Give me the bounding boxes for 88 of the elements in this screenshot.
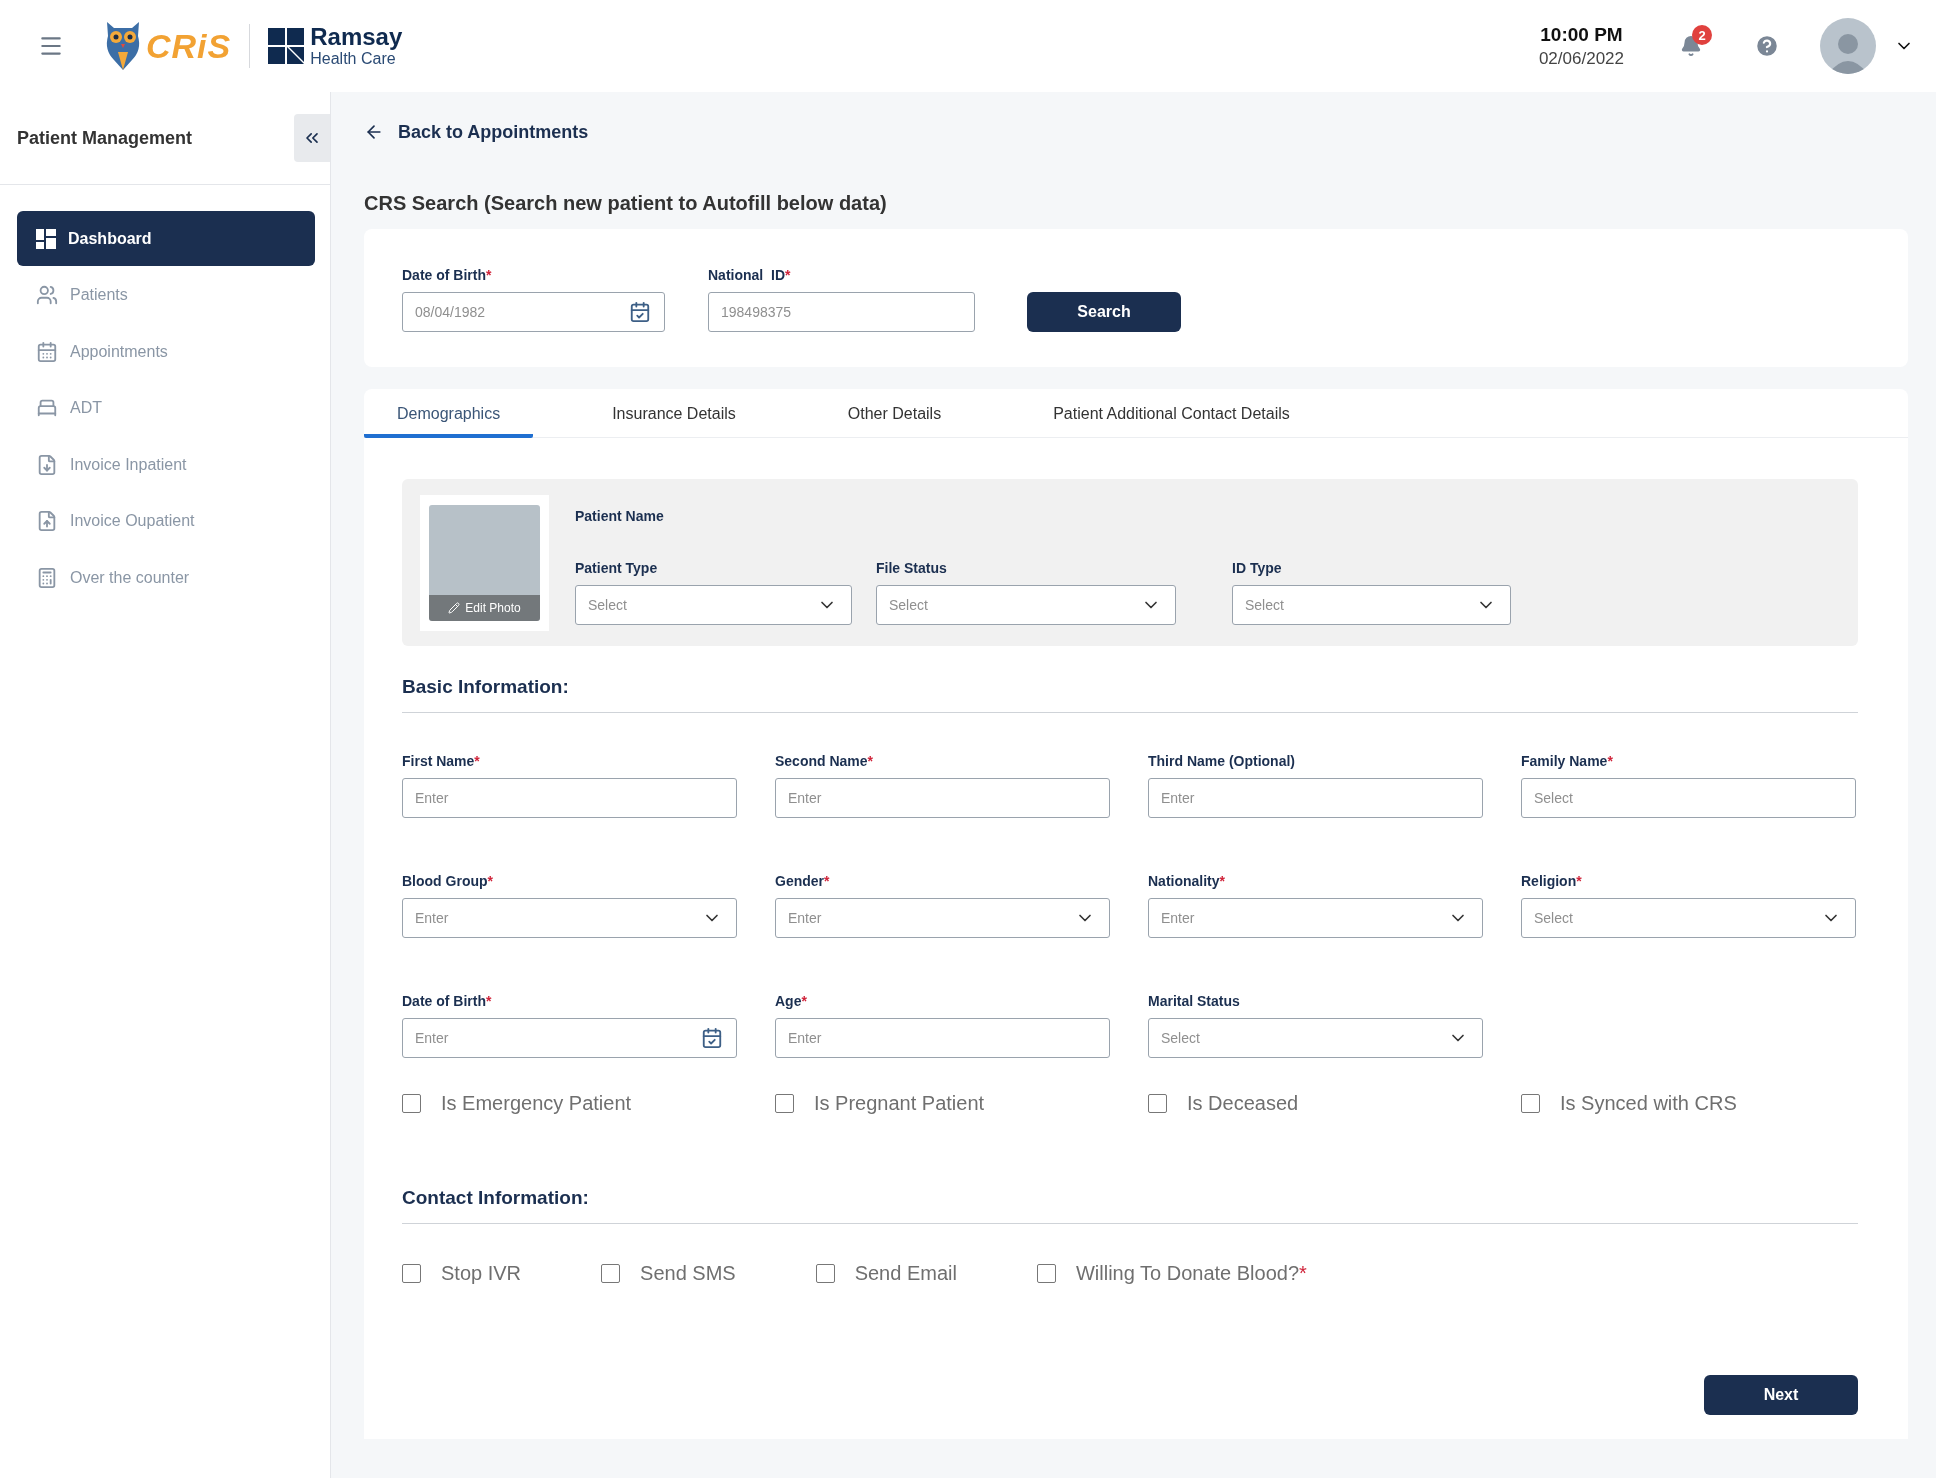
- sidebar-item[interactable]: ADT: [17, 380, 315, 436]
- field-label: File Status: [876, 560, 948, 576]
- date-text: 02/06/2022: [1538, 48, 1624, 69]
- field-label: Blood Group*: [402, 873, 494, 889]
- sidebar-item[interactable]: Invoice Inpatient: [17, 437, 315, 492]
- field-label: Marital Status: [1148, 993, 1241, 1009]
- select-field[interactable]: Select: [876, 585, 1176, 625]
- field-label: Nationality*: [1148, 873, 1227, 889]
- invoice-icon: [36, 453, 58, 476]
- brand-name: Ramsay: [310, 25, 403, 49]
- invoice-icon: [36, 510, 58, 532]
- logo-text: CRiS: [146, 26, 232, 66]
- checkbox-label: Is Emergency Patient: [441, 1092, 632, 1115]
- calendar-icon[interactable]: [629, 301, 651, 323]
- bed-icon: [36, 397, 58, 419]
- checkbox-label: Stop IVR: [441, 1262, 522, 1285]
- tab[interactable]: Patient Additional Contact Details: [1020, 389, 1323, 438]
- sidebar-item[interactable]: Over the counter: [17, 550, 315, 605]
- input-field[interactable]: Enter: [775, 778, 1110, 818]
- checkbox[interactable]: [1036, 1264, 1056, 1283]
- field-label: National ID*: [708, 267, 792, 283]
- sidebar-item[interactable]: Invoice Oupatient: [17, 493, 315, 549]
- select-field[interactable]: Select: [575, 585, 852, 625]
- back-link[interactable]: Back to Appointments: [364, 120, 589, 144]
- sidebar-item[interactable]: Patients: [17, 267, 315, 323]
- search-button[interactable]: Search: [1027, 292, 1181, 332]
- field-label: Gender*: [775, 873, 831, 889]
- next-button[interactable]: Next: [1704, 1375, 1858, 1415]
- notification-badge: 2: [1692, 25, 1712, 45]
- sidebar-item[interactable]: Dashboard: [17, 211, 315, 266]
- checkbox-label: Is Deceased: [1187, 1092, 1299, 1115]
- field-label: Date of Birth*: [402, 993, 493, 1009]
- select-field[interactable]: Select: [1232, 585, 1511, 625]
- select-field[interactable]: Enter: [775, 898, 1110, 938]
- checkbox-label: Is Pregnant Patient: [814, 1092, 985, 1115]
- ramsay-logo-icon: [268, 28, 305, 64]
- owl-logo-icon: [104, 20, 142, 72]
- collapse-button[interactable]: [294, 114, 330, 162]
- field-label: ID Type: [1232, 560, 1283, 576]
- input-field[interactable]: Select: [1521, 778, 1856, 818]
- dashboard-icon: [36, 228, 56, 249]
- cash-register-icon: [36, 566, 58, 589]
- date-field[interactable]: 08/04/1982: [402, 292, 665, 332]
- calendar-icon[interactable]: [701, 1027, 723, 1049]
- checkbox[interactable]: [1148, 1094, 1167, 1113]
- field-label: Date of Birth*: [402, 267, 493, 283]
- checkbox-label: Send Email: [854, 1262, 957, 1285]
- field-label: Third Name (Optional): [1148, 753, 1296, 769]
- pencil-icon: [448, 601, 461, 614]
- avatar[interactable]: [1820, 18, 1876, 74]
- section-title: CRS Search (Search new patient to Autofill below data): [364, 191, 888, 215]
- field-label: Second Name*: [775, 753, 875, 769]
- tab[interactable]: Insurance Details: [579, 389, 769, 438]
- brand-subtitle: Health Care: [310, 51, 397, 67]
- checkbox-label: Is Synced with CRS: [1560, 1092, 1737, 1115]
- checkbox[interactable]: [402, 1264, 421, 1283]
- sidebar-title: Patient Management: [17, 127, 193, 149]
- checkbox[interactable]: [601, 1264, 621, 1283]
- checkbox-label: Send SMS: [640, 1262, 736, 1285]
- select-field[interactable]: Select: [1521, 898, 1856, 938]
- date-field[interactable]: Enter: [402, 1018, 737, 1058]
- field-label: Religion*: [1521, 873, 1583, 889]
- checkbox[interactable]: [402, 1094, 421, 1113]
- people-icon: [36, 284, 58, 306]
- checkbox[interactable]: [815, 1264, 835, 1283]
- time-text: 10:00 PM: [1540, 23, 1623, 46]
- field-label: First Name*: [402, 753, 481, 769]
- select-field[interactable]: Enter: [402, 898, 737, 938]
- input-field[interactable]: Enter: [775, 1018, 1110, 1058]
- calendar-icon: [36, 340, 58, 363]
- field-label: Patient Type: [575, 560, 659, 576]
- checkbox[interactable]: [1521, 1094, 1540, 1113]
- field-label: Patient Name: [575, 508, 665, 524]
- checkbox[interactable]: [775, 1094, 794, 1113]
- section-heading: Contact Information:: [402, 1187, 1858, 1224]
- tab[interactable]: Other Details: [814, 389, 975, 438]
- input-field[interactable]: Enter: [1148, 778, 1483, 818]
- edit-photo-button[interactable]: Edit Photo: [429, 594, 540, 621]
- select-field[interactable]: Enter: [1148, 898, 1483, 938]
- input-field[interactable]: Enter: [402, 778, 737, 818]
- input-field[interactable]: 198498375: [708, 292, 975, 332]
- sidebar-item[interactable]: Appointments: [17, 324, 315, 379]
- help-icon[interactable]: [1754, 33, 1780, 59]
- field-label: Age*: [775, 993, 808, 1009]
- field-label: Family Name*: [1521, 753, 1614, 769]
- checkbox-label: Willing To Donate Blood?*: [1075, 1262, 1307, 1285]
- section-heading: Basic Information:: [402, 676, 1858, 713]
- select-field[interactable]: Select: [1148, 1018, 1483, 1058]
